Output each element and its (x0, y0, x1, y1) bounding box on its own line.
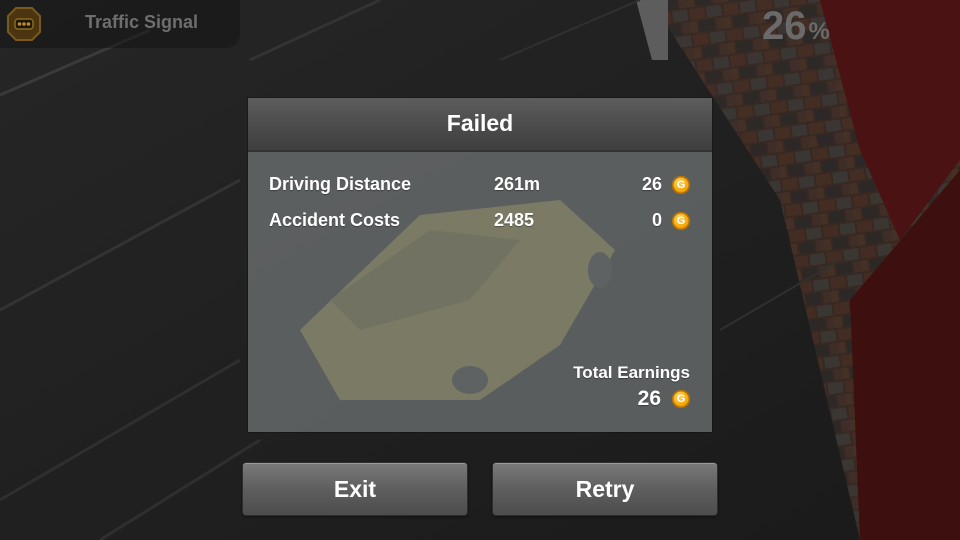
mission-bar: Traffic Signal (0, 0, 240, 48)
progress-unit: % (808, 18, 830, 45)
row-amount: 0 (651, 210, 662, 230)
progress-readout: 26% (762, 4, 830, 49)
retry-button[interactable]: Retry (492, 462, 718, 516)
driving-distance-row: Driving Distance 261m 26 G (248, 170, 712, 200)
result-dialog: Failed Driving Distance 261m 26 G Accide… (248, 98, 712, 432)
coin-icon: G (672, 390, 690, 408)
dialog-title: Failed (446, 110, 514, 136)
row-amount: 26 (641, 174, 662, 194)
dialog-header: Failed (248, 98, 712, 152)
signal-icon[interactable] (6, 6, 42, 42)
mission-title: Traffic Signal (85, 12, 199, 32)
coin-icon: G (672, 212, 690, 230)
accident-costs-row: Accident Costs 2485 0 G (248, 206, 712, 236)
exit-button[interactable]: Exit (242, 462, 468, 516)
total-earnings-label: Total Earnings (573, 363, 690, 382)
row-value: 261m (494, 174, 541, 194)
row-value: 2485 (494, 210, 535, 230)
coin-icon: G (672, 176, 690, 194)
row-label: Accident Costs (269, 210, 401, 230)
row-label: Driving Distance (269, 174, 412, 194)
game-screen: Traffic Signal 26% Failed Driving Distan… (0, 0, 960, 540)
total-earnings-amount: 26 (637, 387, 661, 410)
progress-value: 26 (762, 4, 807, 48)
